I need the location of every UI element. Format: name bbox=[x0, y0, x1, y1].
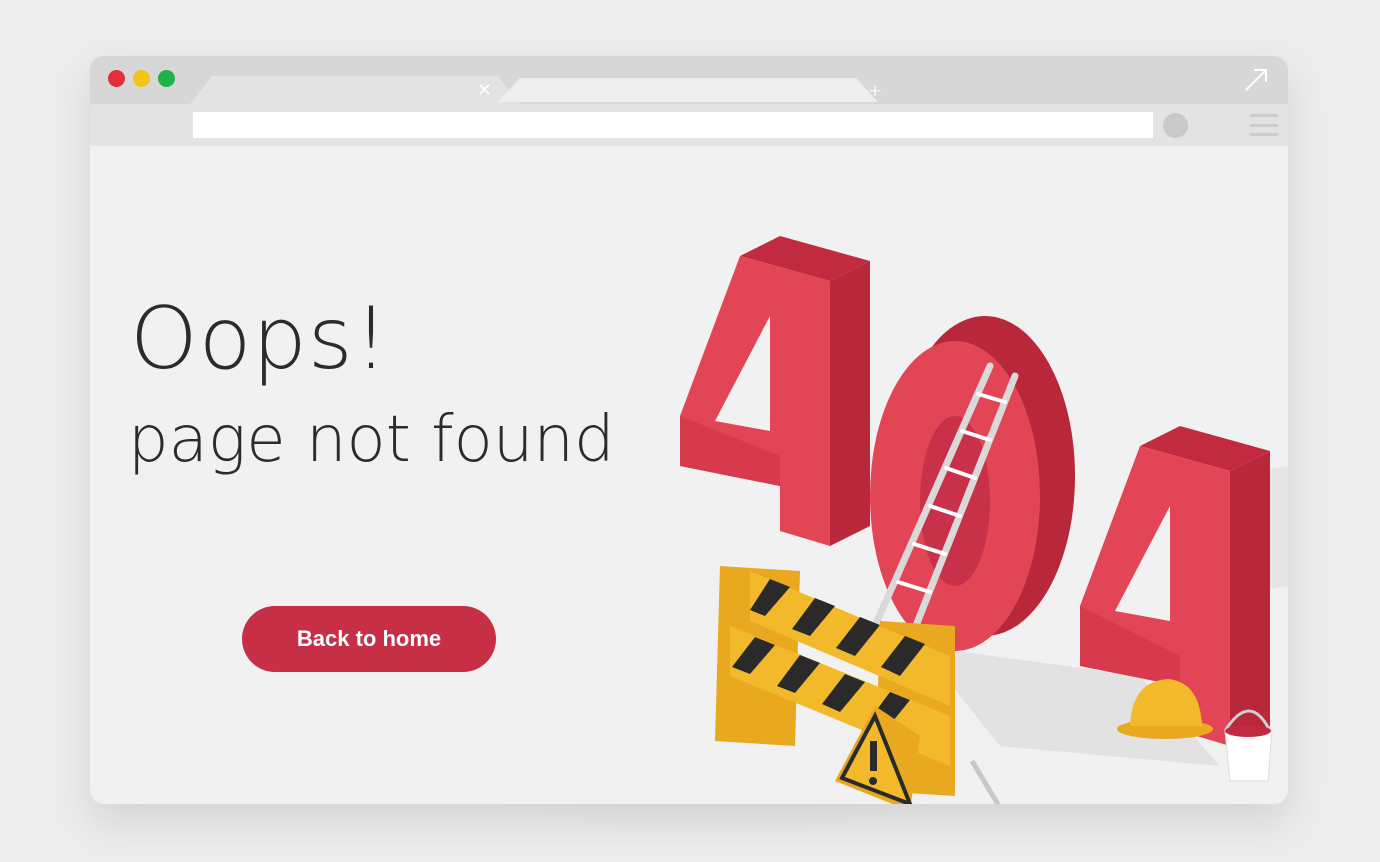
browser-window: ✕ + Oops! page not found Back to home bbox=[90, 56, 1288, 804]
page-subtitle: page not found bbox=[128, 403, 615, 477]
page-title: Oops! bbox=[130, 289, 390, 389]
profile-circle-icon[interactable] bbox=[1163, 113, 1188, 138]
plus-icon[interactable]: + bbox=[860, 78, 890, 104]
digit-four-left-icon bbox=[680, 236, 870, 546]
address-bar-input[interactable] bbox=[193, 112, 1153, 138]
back-to-home-button[interactable]: Back to home bbox=[242, 606, 496, 672]
traffic-lights bbox=[108, 70, 175, 87]
404-illustration bbox=[680, 236, 1288, 804]
tab-inactive[interactable] bbox=[498, 78, 878, 102]
close-icon[interactable]: ✕ bbox=[477, 77, 492, 103]
minimize-window-button[interactable] bbox=[133, 70, 150, 87]
hamburger-menu-icon[interactable] bbox=[1250, 114, 1278, 136]
tab-active[interactable]: ✕ bbox=[190, 76, 520, 104]
wrench-icon bbox=[969, 759, 1001, 804]
close-window-button[interactable] bbox=[108, 70, 125, 87]
maximize-window-button[interactable] bbox=[158, 70, 175, 87]
expand-arrow-icon[interactable] bbox=[1242, 66, 1270, 94]
browser-toolbar: ✕ + bbox=[90, 56, 1288, 146]
